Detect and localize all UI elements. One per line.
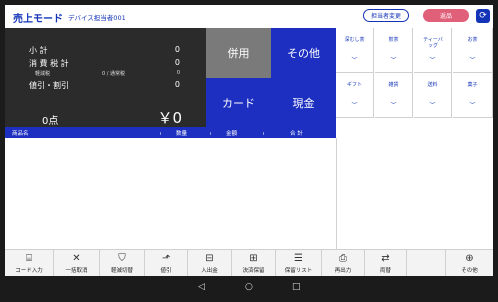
discount-value: 0	[174, 80, 180, 89]
chevron-down-icon: ﹀	[390, 57, 397, 64]
toolbar-label: 一括取消	[65, 268, 88, 274]
cash-drawer-icon: ⊟	[205, 253, 214, 264]
pos-screen: 売上モード デバイス担当者001 担当者変更 返品 ⟳ 小 計 0 消 費 税 …	[5, 5, 493, 276]
hold-payment-button[interactable]: ⊞ 決済保留	[232, 250, 276, 276]
function-toolbar: ⌸ コード入力 ✕ 一括取消 ⛉ 軽減切替 ⬏ 値引 ⊟ 入出金 ⊞ 決済保留	[5, 249, 493, 276]
reduced-tax-label: 軽減税	[35, 71, 51, 77]
column-product-name: 商品名	[12, 131, 29, 137]
column-quantity: 数量	[176, 131, 188, 137]
barcode-icon: ⌸	[26, 253, 32, 264]
sales-summary: 小 計 0 消 費 税 計 0 軽減税 0 / 通常税 0 値引・割引 0 0点…	[5, 28, 206, 127]
column-price: 金額	[226, 131, 238, 137]
combined-payment-button[interactable]: 併用	[206, 28, 271, 78]
toolbar-label: 再出力	[334, 268, 352, 274]
chevron-down-icon: ﹀	[390, 102, 397, 109]
card-payment-button[interactable]: カード	[206, 78, 271, 127]
item-count: 0点	[42, 116, 59, 127]
exchange-button[interactable]: ⇄ 両替	[365, 250, 407, 276]
category-button[interactable]: 雑貨 ﹀	[375, 73, 413, 118]
standard-tax-value: 0	[176, 70, 180, 76]
reduced-toggle-button[interactable]: ⛉ 軽減切替	[100, 250, 145, 276]
column-divider: ı	[263, 131, 265, 137]
cancel-all-button[interactable]: ✕ 一括取消	[54, 250, 100, 276]
toolbar-label: 保留リスト	[284, 268, 313, 274]
android-nav-bar: ◁ ○ □	[0, 276, 498, 302]
category-button[interactable]: 深むし茶 ﹀	[336, 28, 374, 73]
chevron-down-icon: ﹀	[469, 57, 476, 64]
header-bar: 売上モード デバイス担当者001 担当者変更 返品 ⟳	[5, 5, 493, 29]
discount-label: 値引・割引	[29, 81, 69, 90]
total-amount: ￥0	[157, 109, 182, 127]
staff-change-button[interactable]: 担当者変更	[363, 9, 409, 22]
chevron-down-icon: ﹀	[351, 57, 358, 64]
category-button[interactable]: 煎茶 ﹀	[375, 28, 413, 73]
exchange-icon: ⇄	[381, 253, 390, 264]
back-icon[interactable]: ◁	[198, 282, 205, 292]
subtotal-value: 0	[174, 45, 180, 54]
category-label: 煎茶	[388, 37, 399, 43]
tax-value: 0	[174, 58, 180, 67]
category-button[interactable]: 送料 ﹀	[414, 73, 452, 118]
recents-icon[interactable]: □	[292, 282, 301, 292]
tax-label: 消 費 税 計	[29, 59, 69, 68]
toolbar-label: 軽減切替	[110, 268, 133, 274]
item-list[interactable]	[5, 138, 337, 249]
category-button[interactable]: ティーバッグ ﹀	[414, 28, 452, 73]
keypad-area	[337, 127, 493, 249]
column-divider: ı	[160, 131, 162, 137]
category-button[interactable]: ギフト ﹀	[336, 73, 374, 118]
category-label: 送料	[427, 82, 438, 88]
code-input-button[interactable]: ⌸ コード入力	[5, 250, 54, 276]
toolbar-label: 両替	[379, 268, 391, 274]
column-divider: ı	[210, 131, 212, 137]
hold-list-button[interactable]: ☰ 保留リスト	[276, 250, 322, 276]
subtotal-label: 小 計	[29, 46, 48, 55]
staff-name: デバイス担当者001	[68, 14, 126, 22]
chevron-down-icon: ﹀	[429, 57, 436, 64]
discount-icon: ⬏	[161, 253, 171, 264]
toolbar-label: 決済保留	[242, 268, 265, 274]
chevron-down-icon: ﹀	[469, 102, 476, 109]
tablet-frame: 売上モード デバイス担当者001 担当者変更 返品 ⟳ 小 計 0 消 費 税 …	[0, 0, 498, 302]
chevron-down-icon: ﹀	[351, 102, 358, 109]
other-payment-button[interactable]: その他	[271, 28, 336, 78]
toolbar-label: コード入力	[15, 268, 43, 274]
column-total: 合 計	[290, 131, 303, 137]
refresh-icon[interactable]: ⟳	[476, 9, 490, 23]
category-label: ギフト	[346, 82, 362, 88]
list-icon: ☰	[294, 253, 303, 264]
more-button[interactable]: ⊕ その他	[445, 250, 493, 276]
toolbar-label: 入出金	[201, 268, 218, 274]
home-icon[interactable]: ○	[245, 282, 253, 292]
category-label: 深むし茶	[344, 37, 365, 43]
category-grid: 深むし茶 ﹀ 煎茶 ﹀ ティーバッグ ﹀ お茶 ﹀ ギフト ﹀ 雑貨 ﹀ 送料 …	[336, 28, 493, 127]
category-label: 菓子	[467, 82, 478, 88]
cash-in-out-button[interactable]: ⊟ 入出金	[188, 250, 232, 276]
printer-icon: ⎙	[339, 253, 347, 264]
item-table-header: 商品名 数量 金額 合 計 ı ı ı	[5, 127, 336, 138]
category-button[interactable]: 菓子 ﹀	[453, 73, 493, 118]
reprint-button[interactable]: ⎙ 再出力	[322, 250, 365, 276]
category-label: ティーバッグ	[423, 37, 443, 49]
category-label: お茶	[467, 37, 478, 43]
plus-icon: ⊕	[465, 253, 474, 264]
toolbar-label: その他	[461, 268, 478, 274]
toolbar-label: 値引	[160, 268, 172, 274]
mode-title: 売上モード	[13, 14, 63, 25]
category-button[interactable]: お茶 ﹀	[453, 28, 493, 73]
category-label: 雑貨	[388, 82, 399, 88]
close-icon: ✕	[72, 253, 81, 264]
reduced-tax-value: 0 / 通常税	[102, 71, 126, 77]
discount-button[interactable]: ⬏ 値引	[145, 250, 188, 276]
basket-icon: ⊞	[249, 253, 258, 264]
tag-icon: ⛉	[118, 253, 126, 264]
chevron-down-icon: ﹀	[429, 102, 436, 109]
cash-payment-button[interactable]: 現金	[271, 78, 336, 127]
return-button[interactable]: 返品	[423, 9, 469, 22]
